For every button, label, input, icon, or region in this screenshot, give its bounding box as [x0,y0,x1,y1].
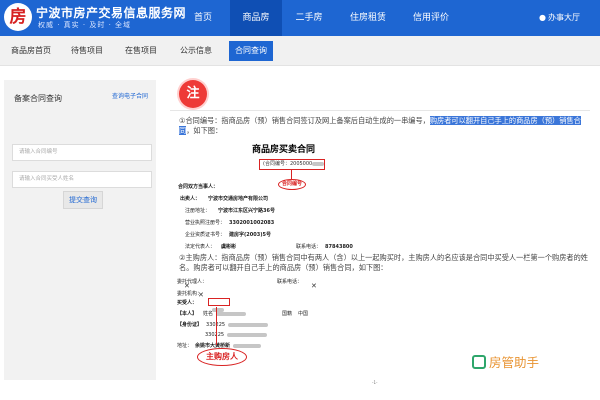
buyer-name-input[interactable]: 请输入合同买受人姓名 [12,171,152,188]
site-slogan: 权威 · 真实 · 及时 · 全域 [38,21,132,29]
note-badge: 注 [179,80,207,108]
doc1-parties-title: 合同双方当事人： [178,184,219,190]
doc1-license-row: 营业执照注册号： 3302001002083 [185,220,275,226]
panel-title: 备案合同查询 [14,94,62,103]
doc1-contract-number-oval: 合同编号 [278,179,306,190]
nav-item-new-homes[interactable]: 商品房 [230,0,282,36]
doc1-address-row: 注册地址： 宁波市江东区兴宁路36号 [185,208,275,214]
doc2-x-mark-1: ✕ [184,282,190,290]
app-watermark: 房管助手 [472,350,594,376]
doc2-x-mark-2: ✕ [311,282,317,290]
submit-query-button[interactable]: 提交查询 [63,191,103,209]
doc2-person-row: 【本人】 姓名 国籍 中国 [177,311,309,317]
nav-item-credit[interactable]: 信用评价 [400,0,462,36]
doc1-contract-number-box: (合同编号：2005000 [259,159,325,170]
contract-query-panel: 备案合同查询 查询电子合同 请输入合同编号 请输入合同买受人姓名 提交查询 [4,80,156,380]
site-title[interactable]: 宁波市房产交易信息服务网 [36,4,186,21]
doc2-pointer [216,307,217,345]
app-logo-icon [472,355,486,369]
e-contract-link[interactable]: 查询电子合同 [112,91,148,100]
doc2-rep-row: 委托代理人： 联系电话： [177,279,303,285]
page-number: -1- [372,380,378,385]
subnav-item-home[interactable]: 商品房首页 [11,36,51,66]
para1-suffix: ，如下图： [186,126,223,135]
doc1-contract-no-value: 2005000 [289,161,313,167]
contract-number-input[interactable]: 请输入合同编号 [12,144,152,161]
doc1-contract-no-label: (合同编号： [263,161,290,167]
doc2-id-row: 【身份证】330225 [177,321,269,328]
doc2-main-buyer-oval: 主购房人 [197,348,247,366]
user-icon: ● [539,13,546,22]
nav-item-home[interactable]: 首页 [176,0,230,36]
office-hall-link[interactable]: ● 办事大厅 [539,0,580,36]
nav-item-rental[interactable]: 住房租赁 [336,0,400,36]
top-bar: 房 宁波市房产交易信息服务网 权威 · 真实 · 及时 · 全域 首页 商品房 … [0,0,600,36]
note-paragraph-2: ②主购房人：指商品房（预）销售合同中有两人（含）以上一起购买时，主购房人的名应该… [179,253,588,272]
doc2-buyer-name-box [208,298,230,312]
note-paragraph-1: ①合同编号：指商品房（预）销售合同签订及网上备案后自动生成的一串编号，购房者可以… [179,116,593,136]
doc1-seller-row: 出卖人： 宁波市交通房地产有限公司 [180,196,269,202]
subnav-item-on-sale[interactable]: 在售项目 [125,36,157,66]
doc2-buyer-row: 买受人： [177,300,198,306]
doc2-x-mark-3: ✕ [198,291,204,299]
subnav-item-contract-query[interactable]: 合同查询 [229,41,273,61]
doc1-rep-row: 法定代表人： 虞彬彬 联系电话： 87843800 [185,244,353,250]
subnav-item-pending[interactable]: 待售项目 [71,36,103,66]
watermark-label: 房管助手 [489,355,540,370]
subnav-item-public-info[interactable]: 公示信息 [180,36,212,66]
doc1-pointer [291,170,292,179]
office-hall-label: 办事大厅 [548,13,580,22]
main-nav: 首页 商品房 二手房 住房租赁 信用评价 [176,0,462,36]
doc1-cert-row: 企业资质证书号： 建房字(2003)5号 [185,232,271,238]
nav-item-second-hand[interactable]: 二手房 [282,0,336,36]
para1-prefix: ①合同编号：指商品房（预）销售合同签订及网上备案后自动生成的一串编号， [179,116,430,125]
note-divider [170,110,590,111]
doc2-id-row-2: 330225 [177,332,268,338]
sub-nav: 商品房首页 待售项目 在售项目 公示信息 合同查询 [0,36,600,66]
site-logo-icon[interactable]: 房 [4,3,32,31]
doc1-title: 商品房买卖合同 [252,145,316,155]
